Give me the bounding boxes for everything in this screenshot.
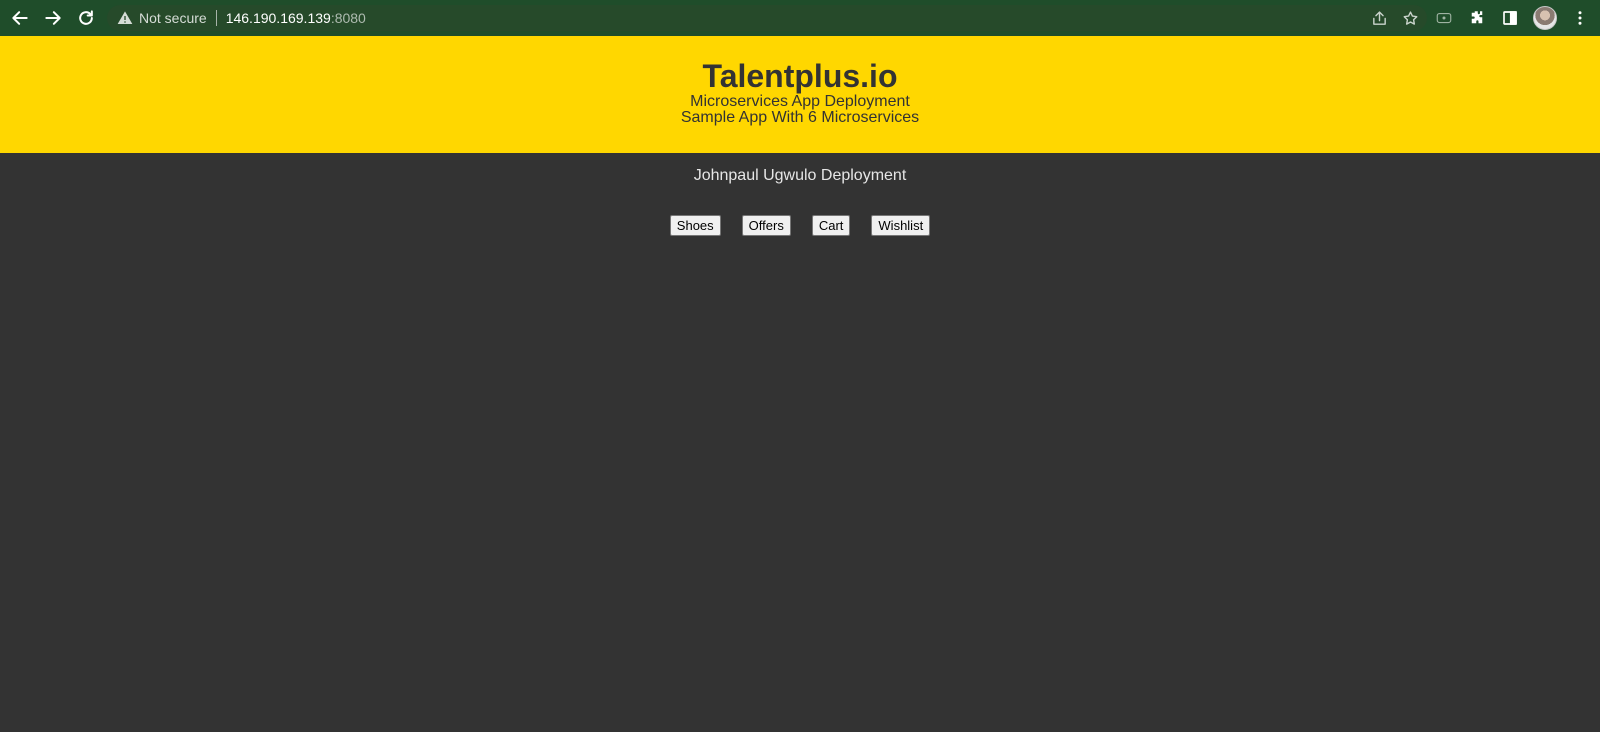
main-content: Johnpaul Ugwulo Deployment Shoes Offers … bbox=[0, 153, 1600, 732]
more-menu-icon[interactable] bbox=[1570, 8, 1590, 28]
wishlist-button[interactable]: Wishlist bbox=[871, 215, 931, 236]
arrow-left-icon bbox=[12, 11, 28, 25]
site-subtitle-2: Sample App With 6 Microservices bbox=[680, 109, 920, 126]
reload-icon bbox=[79, 10, 93, 25]
extension-icon[interactable] bbox=[1434, 8, 1454, 28]
site-subtitle-1: Microservices App Deployment bbox=[690, 93, 910, 110]
forward-button[interactable] bbox=[37, 2, 69, 34]
site-header: Talentplus.io Microservices App Deployme… bbox=[0, 36, 1600, 153]
offers-button[interactable]: Offers bbox=[741, 215, 791, 236]
address-bar[interactable]: Not secure 146.190.169.139 :8080 bbox=[107, 5, 1427, 31]
url-host[interactable]: 146.190.169.139 bbox=[226, 10, 331, 26]
arrow-right-icon bbox=[45, 11, 61, 25]
extensions-area bbox=[1434, 4, 1590, 32]
warning-icon[interactable] bbox=[117, 10, 133, 26]
shoes-button[interactable]: Shoes bbox=[669, 215, 721, 236]
profile-avatar[interactable] bbox=[1533, 6, 1557, 30]
service-buttons: Shoes Offers Cart Wishlist bbox=[0, 215, 1600, 236]
back-button[interactable] bbox=[4, 2, 36, 34]
cart-button[interactable]: Cart bbox=[811, 215, 851, 236]
security-label[interactable]: Not secure bbox=[139, 10, 207, 26]
side-panel-icon[interactable] bbox=[1500, 8, 1520, 28]
omnibox-divider bbox=[215, 10, 217, 26]
omnibox-actions bbox=[1371, 5, 1419, 31]
browser-toolbar: Not secure 146.190.169.139 :8080 bbox=[0, 0, 1600, 36]
puzzle-icon[interactable] bbox=[1467, 8, 1487, 28]
share-icon[interactable] bbox=[1371, 10, 1388, 27]
url-port[interactable]: :8080 bbox=[331, 10, 366, 26]
deployment-title: Johnpaul Ugwulo Deployment bbox=[693, 167, 907, 184]
reload-button[interactable] bbox=[70, 2, 102, 34]
bookmark-star-icon[interactable] bbox=[1402, 10, 1419, 27]
site-title: Talentplus.io bbox=[702, 58, 898, 94]
